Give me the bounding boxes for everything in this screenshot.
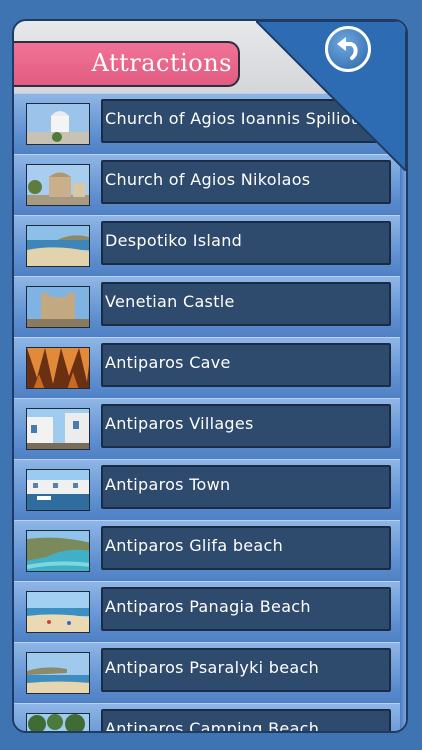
attraction-name: Antiparos Cave	[105, 353, 231, 372]
village-street-photo	[27, 409, 89, 449]
attraction-label-box[interactable]: Antiparos Town	[101, 465, 391, 509]
list-item[interactable]: Antiparos Panagia Beach	[14, 581, 406, 642]
attraction-label-box[interactable]: Antiparos Villages	[101, 404, 391, 448]
castle-ruins-photo	[27, 287, 89, 327]
list-item[interactable]: Despotiko Island	[14, 215, 406, 276]
attraction-thumbnail	[26, 591, 90, 633]
island-beach-photo	[27, 226, 89, 266]
list-edge	[400, 93, 406, 731]
attraction-label-box[interactable]: Antiparos Glifa beach	[101, 526, 391, 570]
back-button[interactable]	[325, 26, 371, 72]
stalactite-cave-photo	[27, 348, 89, 388]
list-item[interactable]: Antiparos Camping Beach	[14, 703, 406, 733]
page-title: Attractions	[91, 49, 232, 77]
attraction-thumbnail	[26, 713, 90, 731]
attraction-name: Antiparos Camping Beach	[105, 719, 320, 733]
attraction-name: Antiparos Panagia Beach	[105, 597, 311, 616]
attraction-thumbnail	[26, 103, 90, 145]
attraction-thumbnail	[26, 164, 90, 206]
sandy-beach-photo	[27, 592, 89, 632]
attraction-name: Antiparos Psaralyki beach	[105, 658, 320, 677]
attraction-label-box[interactable]: Despotiko Island	[101, 221, 391, 265]
shore-beach-photo	[27, 653, 89, 693]
attraction-name: Church of Agios Nikolaos	[105, 170, 311, 189]
attraction-label-box[interactable]: Antiparos Panagia Beach	[101, 587, 391, 631]
trees-beach-photo	[27, 714, 89, 731]
attraction-label-box[interactable]: Antiparos Cave	[101, 343, 391, 387]
attraction-thumbnail	[26, 408, 90, 450]
stone-church-photo	[27, 165, 89, 205]
attraction-name: Antiparos Town	[105, 475, 231, 494]
attraction-thumbnail	[26, 652, 90, 694]
list-item[interactable]: Antiparos Villages	[14, 398, 406, 459]
attraction-name: Despotiko Island	[105, 231, 243, 250]
attraction-label-box[interactable]: Antiparos Camping Beach	[101, 709, 391, 733]
attractions-list: Church of Agios Ioannis Spiliotis Church …	[14, 93, 406, 731]
attraction-name: Venetian Castle	[105, 292, 235, 311]
list-item[interactable]: Antiparos Glifa beach	[14, 520, 406, 581]
attraction-thumbnail	[26, 286, 90, 328]
attraction-thumbnail	[26, 347, 90, 389]
attraction-thumbnail	[26, 469, 90, 511]
attraction-thumbnail	[26, 225, 90, 267]
harbor-town-photo	[27, 470, 89, 510]
attraction-name: Antiparos Villages	[105, 414, 254, 433]
list-item[interactable]: Antiparos Psaralyki beach	[14, 642, 406, 703]
attraction-thumbnail	[26, 530, 90, 572]
attraction-name: Antiparos Glifa beach	[105, 536, 284, 555]
back-arrow-icon	[337, 37, 358, 60]
list-item[interactable]: Antiparos Town	[14, 459, 406, 520]
attractions-panel: Attractions Church of Agios Ioannis Spil…	[12, 19, 408, 733]
turquoise-bay-photo	[27, 531, 89, 571]
attraction-label-box[interactable]: Antiparos Psaralyki beach	[101, 648, 391, 692]
attraction-label-box[interactable]: Venetian Castle	[101, 282, 391, 326]
list-item[interactable]: Antiparos Cave	[14, 337, 406, 398]
list-item[interactable]: Venetian Castle	[14, 276, 406, 337]
title-tab: Attractions	[14, 41, 240, 87]
white-chapel-photo	[27, 104, 89, 144]
